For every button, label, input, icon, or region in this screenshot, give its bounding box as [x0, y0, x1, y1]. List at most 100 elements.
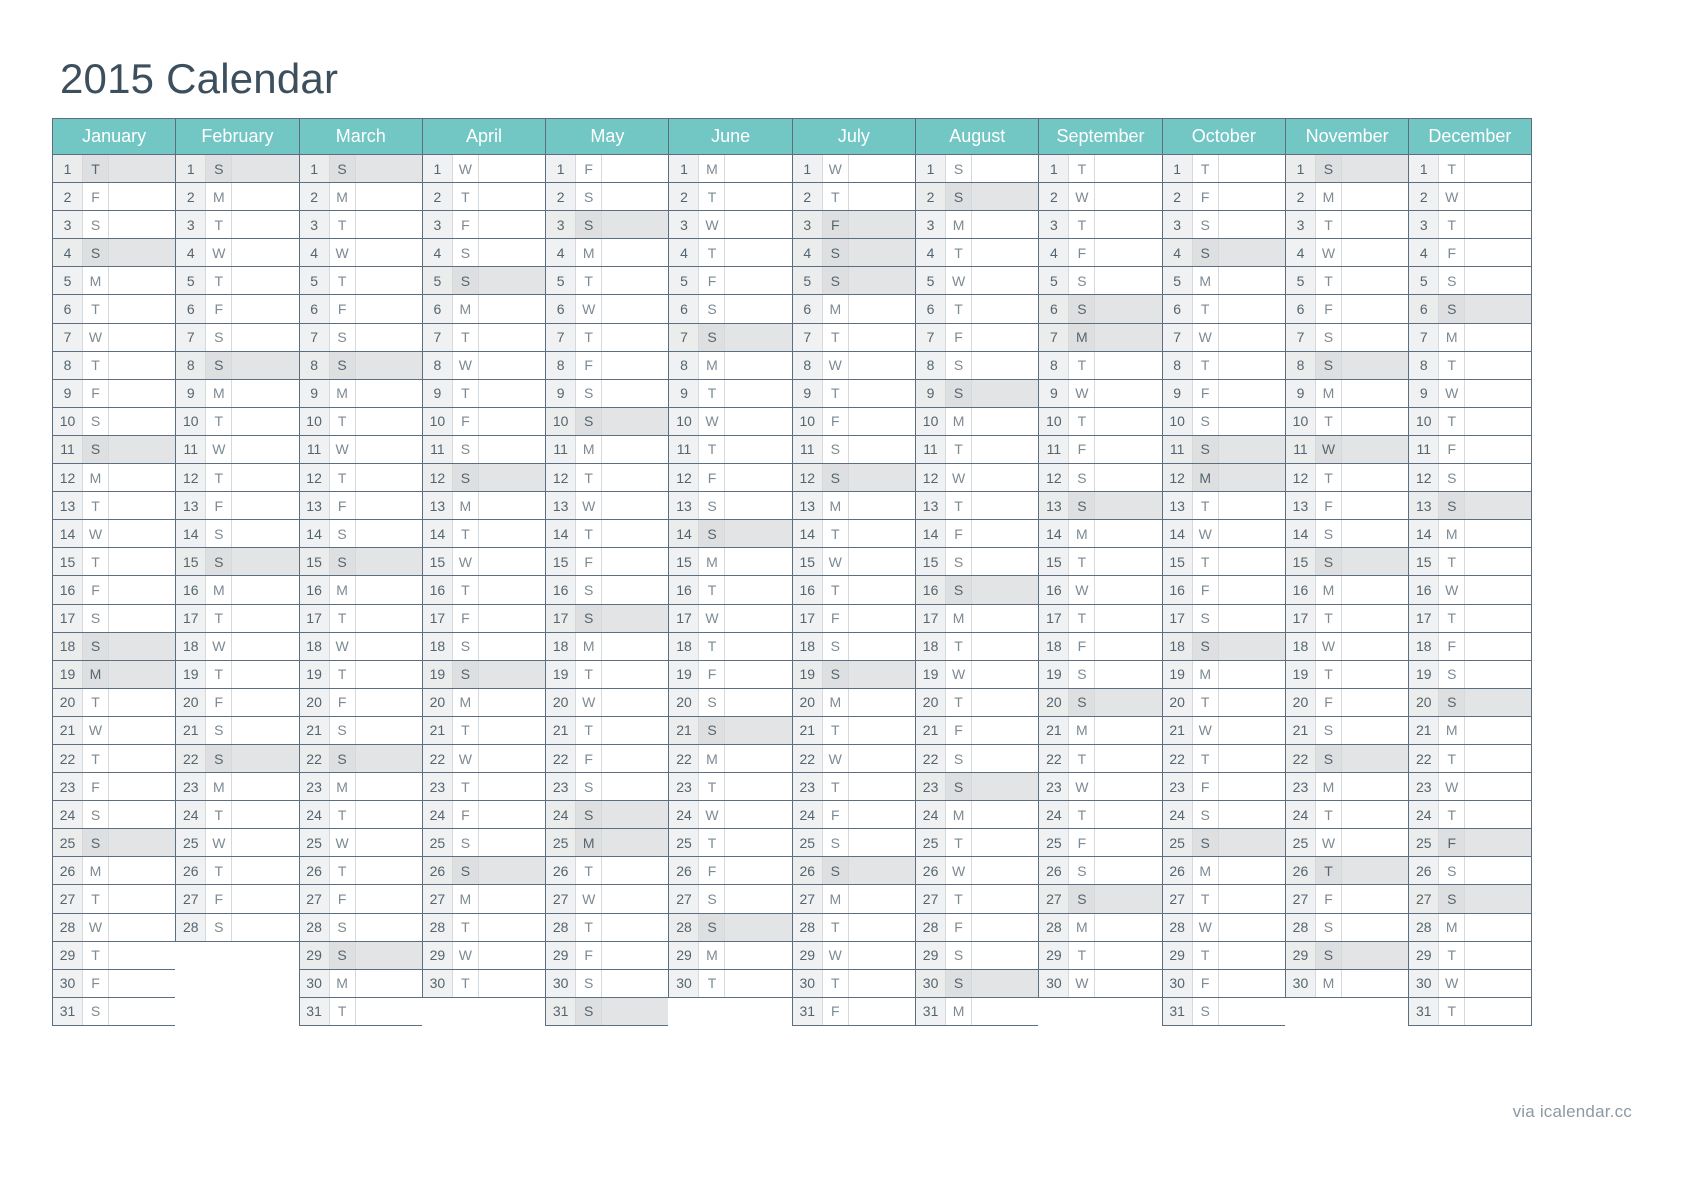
day-row[interactable]: 2F — [1161, 183, 1285, 212]
day-note-cell[interactable] — [1340, 407, 1408, 435]
day-note-cell[interactable] — [971, 379, 1039, 407]
day-row[interactable]: 26 S — [1408, 857, 1532, 886]
day-note-cell[interactable] — [1464, 295, 1531, 323]
day-note-cell[interactable] — [477, 267, 546, 295]
day-row[interactable]: 1M — [668, 155, 792, 184]
day-row[interactable]: 1W — [791, 155, 916, 184]
day-row[interactable]: 4F — [1408, 239, 1532, 268]
day-row[interactable]: 27 F — [175, 885, 299, 914]
day-row[interactable]: 12 F — [668, 464, 792, 493]
day-row[interactable]: 18 W — [298, 632, 422, 661]
day-row[interactable]: 23 S — [545, 773, 669, 802]
day-row[interactable]: 18 M — [545, 632, 669, 661]
day-note-cell[interactable] — [108, 829, 176, 857]
day-note-cell[interactable] — [1340, 155, 1409, 183]
day-row[interactable]: 28 M — [1038, 913, 1162, 942]
day-note-cell[interactable] — [1464, 857, 1530, 885]
day-note-cell[interactable] — [1217, 688, 1285, 716]
day-row[interactable]: 22 S — [915, 744, 1039, 774]
day-row[interactable]: 30 W — [1408, 969, 1532, 998]
day-note-cell[interactable] — [231, 857, 298, 885]
day-row[interactable]: 8T — [1161, 351, 1285, 380]
day-note-cell[interactable] — [1094, 801, 1161, 829]
day-row[interactable]: 17 S — [545, 604, 669, 633]
day-row[interactable]: 23 F — [1161, 773, 1285, 802]
day-row[interactable]: 17 T — [298, 604, 422, 633]
day-row[interactable]: 5F — [668, 267, 792, 296]
month-header-august[interactable]: August — [915, 118, 1039, 155]
day-note-cell[interactable] — [1217, 801, 1285, 829]
day-row[interactable]: 5S — [1408, 267, 1532, 296]
day-note-cell[interactable] — [354, 435, 422, 464]
day-row[interactable]: 30 T — [668, 969, 792, 998]
day-row[interactable]: 10 S — [1161, 407, 1285, 436]
day-note-cell[interactable] — [108, 548, 175, 576]
day-note-cell[interactable] — [354, 407, 422, 435]
day-note-cell[interactable] — [1094, 885, 1162, 913]
day-row[interactable]: 25 M — [545, 829, 669, 858]
day-note-cell[interactable] — [971, 969, 1039, 997]
day-row[interactable]: 27 S — [668, 885, 792, 914]
day-note-cell[interactable] — [354, 632, 422, 660]
day-row[interactable]: 18 F — [1038, 632, 1162, 661]
day-row[interactable]: 3T — [1038, 211, 1162, 240]
day-note-cell[interactable] — [108, 969, 175, 997]
day-row[interactable]: 30 S — [915, 969, 1039, 998]
day-note-cell[interactable] — [847, 295, 915, 323]
day-note-cell[interactable] — [971, 997, 1038, 1025]
day-note-cell[interactable] — [1340, 576, 1408, 604]
day-note-cell[interactable] — [971, 801, 1038, 829]
day-row[interactable]: 31 T — [298, 997, 422, 1026]
day-row[interactable]: 16 S — [915, 576, 1039, 605]
day-note-cell[interactable] — [108, 941, 175, 969]
day-row[interactable]: 30 F — [1161, 969, 1285, 998]
day-note-cell[interactable] — [477, 941, 545, 969]
day-note-cell[interactable] — [231, 604, 298, 632]
day-note-cell[interactable] — [724, 716, 792, 744]
day-note-cell[interactable] — [601, 548, 668, 576]
day-row[interactable]: 1S — [175, 155, 299, 184]
day-note-cell[interactable] — [847, 604, 915, 632]
day-row[interactable]: 14 W — [1161, 520, 1285, 549]
day-note-cell[interactable] — [1464, 520, 1530, 548]
day-note-cell[interactable] — [1094, 492, 1162, 520]
day-note-cell[interactable] — [1217, 829, 1285, 857]
day-row[interactable]: 4F — [1038, 239, 1162, 268]
day-note-cell[interactable] — [1094, 239, 1161, 267]
day-row[interactable]: 13 S — [1408, 492, 1532, 521]
day-row[interactable]: 29 W — [791, 941, 916, 970]
day-row[interactable]: 21 W — [52, 716, 176, 745]
day-note-cell[interactable] — [601, 239, 668, 267]
day-note-cell[interactable] — [231, 773, 298, 801]
day-note-cell[interactable] — [231, 548, 299, 576]
day-note-cell[interactable] — [1217, 379, 1285, 407]
day-row[interactable]: 16 T — [791, 576, 916, 605]
day-note-cell[interactable] — [1464, 351, 1530, 379]
day-row[interactable]: 19 T — [175, 660, 299, 689]
day-row[interactable]: 8M — [668, 351, 792, 380]
day-note-cell[interactable] — [1217, 716, 1285, 744]
month-header-november[interactable]: November — [1284, 118, 1409, 155]
day-row[interactable]: 10 F — [421, 407, 546, 436]
day-row[interactable]: 6F — [298, 295, 422, 324]
day-note-cell[interactable] — [477, 548, 545, 576]
day-row[interactable]: 13 T — [52, 492, 176, 521]
day-note-cell[interactable] — [971, 295, 1038, 323]
day-note-cell[interactable] — [724, 913, 792, 941]
day-row[interactable]: 22 M — [668, 744, 792, 774]
day-row[interactable]: 8W — [421, 351, 546, 380]
day-note-cell[interactable] — [724, 632, 791, 660]
day-row[interactable]: 29 S — [1284, 941, 1409, 970]
day-row[interactable]: 25 T — [668, 829, 792, 858]
day-note-cell[interactable] — [1094, 435, 1161, 464]
day-row[interactable]: 11 S — [1161, 435, 1285, 465]
day-note-cell[interactable] — [1340, 183, 1408, 211]
day-note-cell[interactable] — [354, 351, 422, 379]
day-row[interactable]: 30 T — [791, 969, 916, 998]
day-row[interactable]: 8F — [545, 351, 669, 380]
day-note-cell[interactable] — [724, 773, 791, 801]
day-note-cell[interactable] — [1464, 716, 1530, 744]
day-note-cell[interactable] — [847, 857, 916, 885]
day-note-cell[interactable] — [1340, 941, 1409, 969]
day-note-cell[interactable] — [1094, 155, 1161, 183]
